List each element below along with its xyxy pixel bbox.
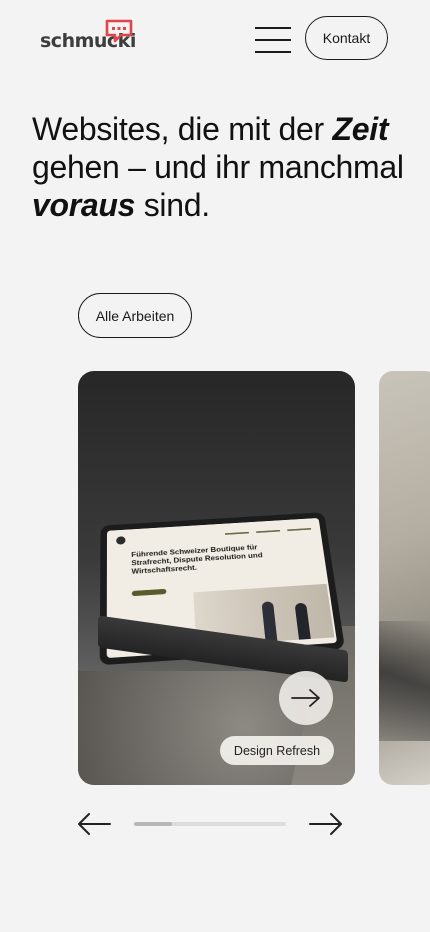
hamburger-menu-icon[interactable] — [255, 27, 291, 53]
hero-text-2: gehen – und ihr manchmal — [32, 149, 404, 185]
hero-text-3: sind. — [135, 187, 210, 223]
project-tag: Design Refresh — [220, 736, 334, 765]
site-header: schmucki Kontakt — [0, 0, 430, 80]
arrow-right-icon — [291, 689, 320, 707]
all-works-button[interactable]: Alle Arbeiten — [78, 293, 192, 338]
mockup-logo — [116, 536, 126, 545]
project-card[interactable]: Führende Schweizer Boutique für Strafrec… — [78, 371, 355, 785]
menu-line — [255, 51, 291, 53]
menu-line — [255, 27, 291, 29]
kontakt-button[interactable]: Kontakt — [305, 16, 388, 60]
hero-text-1: Websites, die mit der — [32, 111, 333, 147]
carousel-progress-fill — [134, 822, 172, 826]
hero-emphasis-voraus: voraus — [32, 187, 136, 223]
project-card-next[interactable] — [379, 371, 430, 785]
carousel-progress[interactable] — [134, 822, 286, 826]
mockup-nav-links — [224, 527, 312, 535]
mockup-headline: Führende Schweizer Boutique für Strafrec… — [131, 542, 263, 576]
arrow-left-icon[interactable] — [76, 811, 112, 837]
card-shadow — [379, 621, 430, 741]
menu-line — [255, 39, 291, 41]
mockup-button — [131, 588, 167, 597]
speech-bubble-logo-icon — [105, 19, 133, 43]
open-project-button[interactable] — [279, 671, 333, 725]
hero-headline: Websites, die mit der Zeit gehen – und i… — [32, 110, 412, 224]
arrow-right-icon[interactable] — [308, 811, 344, 837]
hero-emphasis-zeit: Zeit — [332, 111, 389, 147]
logo[interactable]: schmucki — [40, 18, 136, 54]
